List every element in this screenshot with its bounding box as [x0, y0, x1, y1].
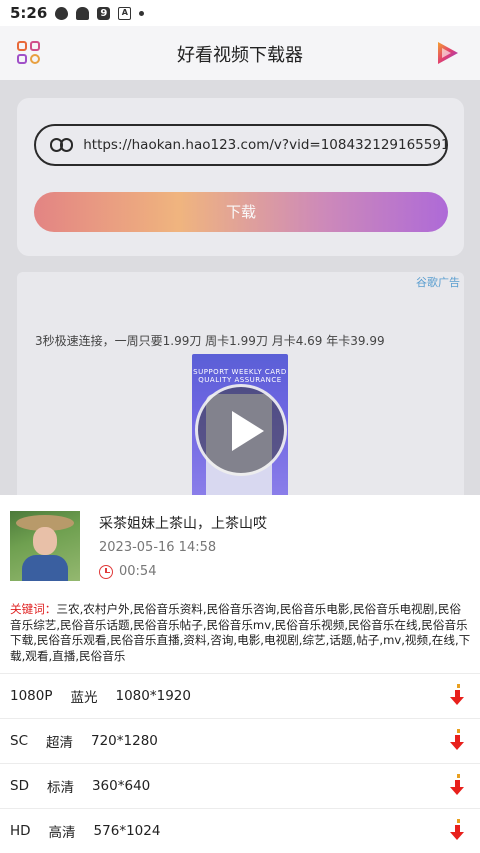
nine-app-icon: 9 — [97, 6, 111, 20]
ad-tag: 谷歌广告 — [416, 276, 460, 289]
format-resolution: 576*1024 — [93, 823, 161, 839]
format-name: 高清 — [48, 825, 76, 841]
format-name: 蓝光 — [70, 690, 98, 706]
video-title: 采茶姐妹上茶山，上茶山哎 — [99, 516, 267, 532]
format-code: SD — [10, 778, 29, 794]
download-arrow-icon[interactable] — [450, 684, 466, 706]
format-row-hd[interactable]: HD 高清 576*1024 — [0, 808, 480, 853]
status-bar: 5:26 9 A — [0, 0, 480, 26]
format-name: 超清 — [46, 735, 73, 751]
url-input-value[interactable]: https://haokan.hao123.com/v?vid=10843212… — [83, 137, 446, 153]
video-duration: 00:54 — [119, 564, 157, 579]
status-time: 5:26 — [10, 4, 48, 22]
video-thumbnail — [10, 511, 80, 581]
ad-banner-text: SUPPORT WEEKLY CARD QUALITY ASSURANCE — [193, 368, 287, 384]
app-header: 好看视频下载器 — [0, 26, 480, 80]
play-logo-icon[interactable] — [434, 40, 460, 66]
download-arrow-icon[interactable] — [450, 774, 466, 796]
format-code: 1080P — [10, 688, 53, 704]
format-resolution: 720*1280 — [91, 733, 158, 749]
download-arrow-icon[interactable] — [450, 729, 466, 751]
input-card: https://haokan.hao123.com/v?vid=10843212… — [17, 98, 464, 256]
background-content: https://haokan.hao123.com/v?vid=10843212… — [0, 80, 480, 495]
format-code: SC — [10, 733, 28, 749]
video-info-sheet: 采茶姐妹上茶山，上茶山哎 2023-05-16 14:58 00:54 关键词：… — [0, 495, 480, 853]
ad-text[interactable]: 3秒极速连接，一周只要1.99刀 周卡1.99刀 月卡4.69 年卡39.99 — [35, 332, 385, 349]
clock-icon — [99, 565, 113, 579]
a-app-icon: A — [118, 6, 132, 20]
keywords-label: 关键词： — [10, 602, 57, 616]
chat-bubble-icon — [55, 6, 69, 20]
format-resolution: 360*640 — [91, 778, 151, 794]
ad-card[interactable]: 谷歌广告 3秒极速连接，一周只要1.99刀 周卡1.99刀 月卡4.69 年卡3… — [17, 272, 464, 495]
format-list: 1080P 蓝光 1080*1920 SC 超清 720*1280 SD 标清 … — [0, 673, 480, 853]
play-button-icon[interactable] — [195, 384, 287, 476]
link-icon — [50, 138, 73, 152]
download-arrow-icon[interactable] — [450, 819, 466, 841]
format-row-sc[interactable]: SC 超清 720*1280 — [0, 718, 480, 763]
keywords: 关键词：三农,农村户外,民俗音乐资料,民俗音乐咨询,民俗音乐电影,民俗音乐电视剧… — [10, 602, 472, 664]
format-resolution: 1080*1920 — [115, 688, 191, 704]
video-date: 2023-05-16 14:58 — [99, 540, 217, 555]
format-row-1080p[interactable]: 1080P 蓝光 1080*1920 — [0, 673, 480, 718]
dot-icon — [139, 10, 145, 16]
download-button[interactable]: 下载 — [34, 192, 448, 232]
format-row-sd[interactable]: SD 标清 360*640 — [0, 763, 480, 808]
format-code: HD — [10, 823, 31, 839]
format-name: 标清 — [46, 780, 74, 796]
keywords-text: 三农,农村户外,民俗音乐资料,民俗音乐咨询,民俗音乐电影,民俗音乐电视剧,民俗音… — [10, 602, 471, 663]
page-title: 好看视频下载器 — [177, 45, 303, 66]
bell-icon — [76, 6, 90, 20]
url-input[interactable]: https://haokan.hao123.com/v?vid=10843212… — [34, 124, 448, 166]
